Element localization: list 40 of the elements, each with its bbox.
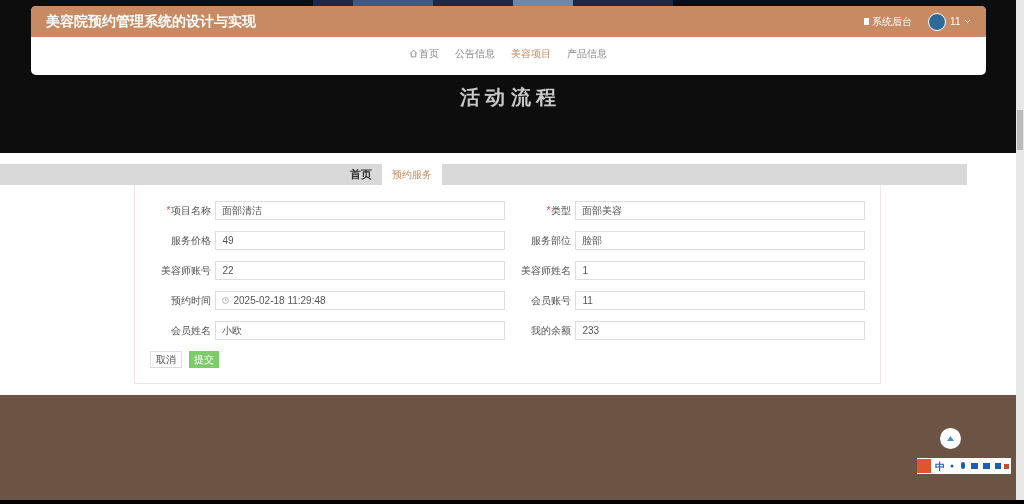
- field-label: 预约时间: [171, 294, 212, 308]
- input-field[interactable]: 2025-02-18 11:29:48: [215, 291, 505, 310]
- field-label: 会员姓名: [171, 324, 212, 338]
- field-label: 项目名称: [171, 204, 212, 218]
- input-field[interactable]: 233: [575, 321, 865, 340]
- field-label: 类型: [551, 204, 572, 218]
- input-field[interactable]: 脸部: [575, 231, 865, 250]
- required-mark: *: [546, 204, 551, 218]
- nav-link[interactable]: 公告信息: [455, 45, 495, 61]
- field-label: 会员账号: [531, 294, 572, 308]
- clock-icon: [222, 297, 230, 304]
- document-icon: [863, 18, 871, 25]
- scrollbar-thumb[interactable]: [1017, 110, 1023, 150]
- sogou-logo-icon: [917, 459, 931, 473]
- field-label: 服务价格: [171, 234, 212, 248]
- input-field[interactable]: 11: [575, 291, 865, 310]
- up-arrow-icon: [947, 436, 954, 441]
- caret-icon: [963, 19, 971, 24]
- input-field[interactable]: 小欧: [215, 321, 505, 340]
- nav-link[interactable]: 首页: [419, 45, 439, 61]
- input-field[interactable]: 49: [215, 231, 505, 250]
- site-title: 美容院预约管理系统的设计与实现: [45, 12, 256, 31]
- back-to-top-button[interactable]: [940, 428, 961, 449]
- avatar[interactable]: [928, 12, 947, 31]
- ime-mode[interactable]: 中: [935, 458, 945, 474]
- ime-tools-icon: [949, 462, 1009, 470]
- field-label: 美容师账号: [161, 264, 212, 278]
- input-field[interactable]: 面部清洁: [215, 201, 505, 220]
- home-icon: [409, 48, 418, 58]
- cancel-button[interactable]: 取消: [150, 351, 182, 368]
- input-field[interactable]: 面部美容: [575, 201, 865, 220]
- required-mark: *: [166, 204, 171, 218]
- input-field[interactable]: 22: [215, 261, 505, 280]
- field-label: 我的余额: [531, 324, 572, 338]
- nav-link[interactable]: 产品信息: [567, 45, 607, 61]
- tab[interactable]: 首页: [340, 164, 382, 185]
- field-label: 美容师姓名: [521, 264, 572, 278]
- input-field[interactable]: 1: [575, 261, 865, 280]
- field-label: 服务部位: [531, 234, 572, 248]
- banner-title: 活 动 流 程: [459, 85, 557, 110]
